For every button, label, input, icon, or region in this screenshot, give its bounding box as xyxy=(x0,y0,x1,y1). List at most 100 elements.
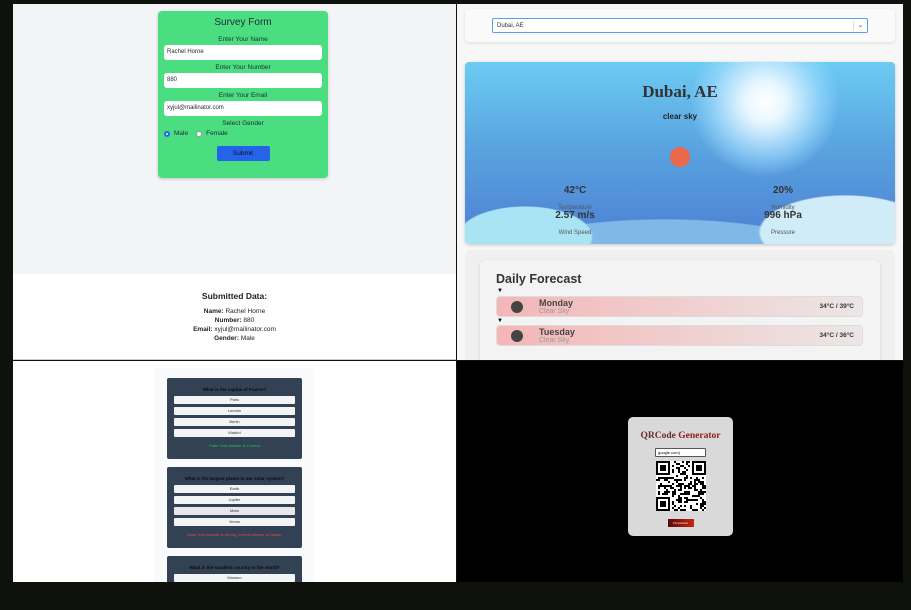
qr-module xyxy=(663,477,666,479)
qr-module xyxy=(675,463,678,465)
qr-module xyxy=(695,499,698,501)
submitted-email: Email: xyjul@mailinator.com xyxy=(193,326,276,333)
answer-option[interactable]: Paris xyxy=(174,396,295,404)
answer-option[interactable]: Jupiter xyxy=(174,496,295,504)
qr-module xyxy=(679,483,682,485)
download-button[interactable]: Download xyxy=(667,519,694,527)
qr-module xyxy=(695,483,698,485)
qr-module xyxy=(657,485,660,487)
quiz-card: What is the largest planet in our solar … xyxy=(167,467,302,548)
qr-module xyxy=(689,499,692,501)
qr-module xyxy=(683,467,686,469)
qr-module xyxy=(701,509,704,511)
qr-module xyxy=(661,493,664,495)
qr-module xyxy=(667,491,670,493)
qr-module xyxy=(659,477,662,479)
answer-option[interactable]: Earth xyxy=(174,485,295,493)
qr-module xyxy=(659,501,666,507)
wind-stat: 2.57 m/s Wind Speed xyxy=(555,210,595,236)
qr-module xyxy=(685,461,688,463)
qr-module xyxy=(693,479,696,481)
qr-module xyxy=(699,505,702,507)
qr-module xyxy=(703,503,706,505)
qr-module xyxy=(677,489,680,491)
qr-module xyxy=(697,495,700,497)
forecast-day[interactable]: Monday Clear Sky 34°C / 39°C xyxy=(496,296,863,317)
qr-module xyxy=(669,487,672,489)
answer-option[interactable]: Monaco xyxy=(174,574,295,582)
qr-module xyxy=(685,497,688,499)
qr-module xyxy=(673,461,676,463)
qr-module xyxy=(701,477,704,479)
qr-module xyxy=(679,501,682,503)
answer-option[interactable]: Venus xyxy=(174,518,295,526)
qr-app-pane: QRCode Generator google.com| Download xyxy=(457,361,903,582)
qr-module xyxy=(691,485,694,487)
qr-module xyxy=(685,463,688,465)
qr-module xyxy=(663,487,666,489)
qr-module xyxy=(701,487,704,489)
weather-icon xyxy=(511,330,523,342)
toggle-icon[interactable]: ▼ xyxy=(497,288,503,294)
qr-module xyxy=(673,505,676,507)
qr-module xyxy=(663,493,666,495)
email-label: Enter Your Email xyxy=(218,92,268,99)
qr-module xyxy=(683,487,686,489)
qr-module xyxy=(697,491,700,493)
qr-module xyxy=(659,465,666,471)
qr-module xyxy=(679,487,682,489)
qr-module xyxy=(661,477,664,479)
number-input[interactable]: 880 xyxy=(164,73,322,88)
qr-module xyxy=(701,491,704,493)
qr-module xyxy=(667,481,670,483)
qr-module xyxy=(681,461,684,463)
qr-module xyxy=(683,477,686,479)
answer-option[interactable]: Madrid xyxy=(174,429,295,437)
qr-module xyxy=(663,479,666,481)
qr-module xyxy=(687,485,690,487)
weather-hero: Dubai, AE clear sky 42°C Temperature 20% H… xyxy=(465,62,895,244)
qr-module xyxy=(673,509,676,511)
qr-module xyxy=(687,461,690,463)
answer-option[interactable]: Mars xyxy=(174,507,295,515)
forecast-day[interactable]: Tuesday Clear Sky 34°C / 36°C xyxy=(496,325,863,346)
submit-button[interactable]: Submit xyxy=(216,146,270,161)
email-input[interactable]: xyjul@mailinator.com xyxy=(164,101,322,116)
male-radio[interactable] xyxy=(164,130,170,137)
chevron-down-icon[interactable]: ⌄ xyxy=(853,21,867,31)
qr-module xyxy=(679,489,682,491)
qr-module xyxy=(693,509,696,511)
qr-module xyxy=(671,507,674,509)
weather-app-pane: Dubai, AE ⌄ Dubai, AE clear sky 42°C Tempe… xyxy=(457,4,903,360)
qr-text-input[interactable]: google.com| xyxy=(655,448,706,457)
qr-module xyxy=(671,483,674,485)
qr-module xyxy=(667,485,670,487)
qr-module xyxy=(673,491,676,493)
answer-option[interactable]: London xyxy=(174,407,295,415)
female-radio[interactable] xyxy=(196,130,203,137)
qr-module xyxy=(693,485,696,487)
survey-app-pane: Survey Form Enter Your Name Rachel Horne… xyxy=(13,4,456,360)
name-input[interactable]: Rachel Horne xyxy=(164,45,322,60)
qr-module xyxy=(683,491,686,493)
survey-title: Survey Form xyxy=(214,17,272,28)
qr-module xyxy=(703,491,706,493)
answer-option[interactable]: Berlin xyxy=(174,418,295,426)
forecast-title: Daily Forecast xyxy=(496,272,582,286)
qr-module xyxy=(683,497,686,499)
city-select[interactable]: Dubai, AE ⌄ xyxy=(492,18,868,33)
qr-module xyxy=(679,473,682,475)
qr-module xyxy=(679,499,682,501)
qr-module xyxy=(701,501,704,503)
qr-module xyxy=(701,505,704,507)
qr-module xyxy=(677,499,680,501)
qr-module xyxy=(701,485,704,487)
weather-icon xyxy=(670,147,690,167)
qr-module xyxy=(685,501,688,503)
pressure-stat: 996 hPa Pressure xyxy=(764,210,802,236)
qr-module xyxy=(671,487,674,489)
toggle-icon[interactable]: ▼ xyxy=(497,318,503,324)
qr-module xyxy=(677,483,680,485)
qr-module xyxy=(687,499,690,501)
qr-module xyxy=(701,483,704,485)
